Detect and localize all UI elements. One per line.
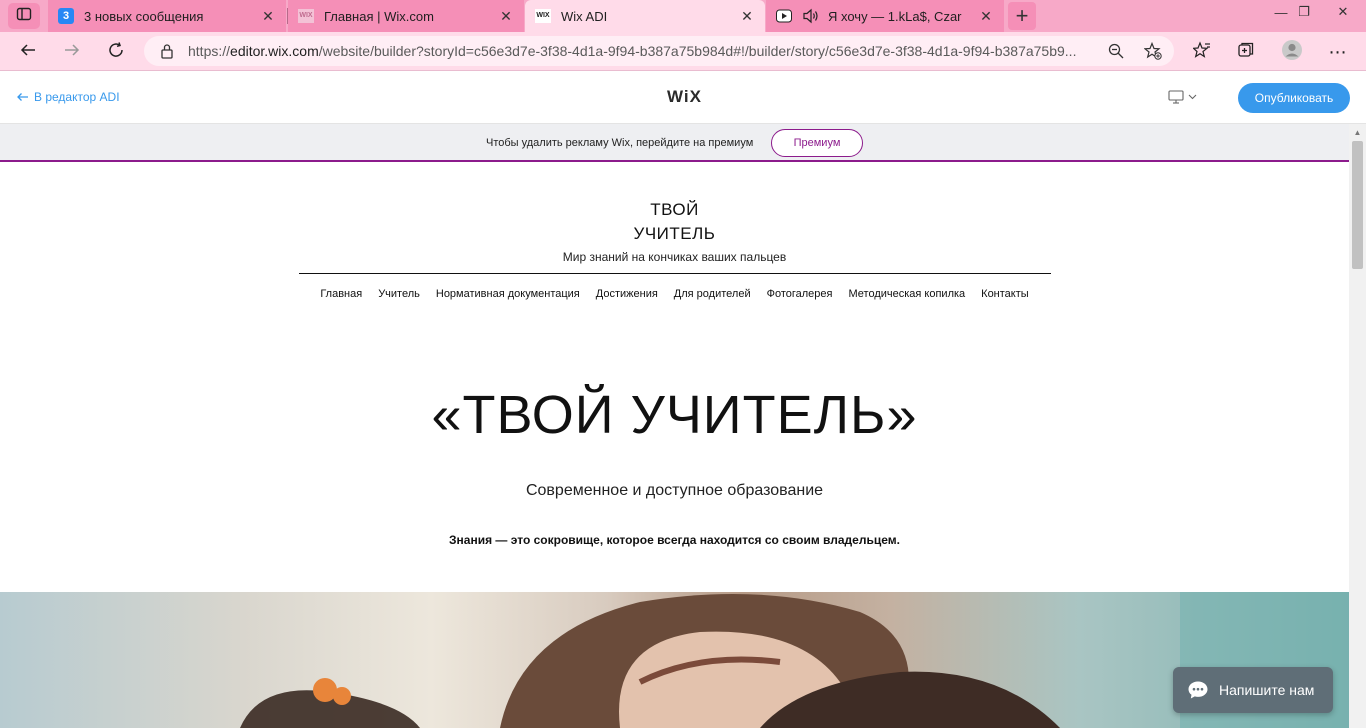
publish-button[interactable]: Опубликовать xyxy=(1238,83,1350,113)
add-favorite-icon[interactable] xyxy=(1143,41,1162,65)
browser-tab-strip: 3 3 новых сообщения ✕ WIX Главная | Wix.… xyxy=(0,0,1366,32)
url-text: https://editor.wix.com/website/builder?s… xyxy=(188,43,1077,59)
nav-item-gallery[interactable]: Фотогалерея xyxy=(767,288,833,300)
teacher-child-photo xyxy=(240,592,1349,728)
nav-item-home[interactable]: Главная xyxy=(320,288,362,300)
avatar-icon xyxy=(1281,39,1303,66)
close-tab-icon[interactable]: ✕ xyxy=(498,8,514,24)
nav-item-documents[interactable]: Нормативная документация xyxy=(436,288,580,300)
back-button[interactable] xyxy=(12,36,44,68)
lock-icon[interactable] xyxy=(160,43,174,64)
chat-widget-button[interactable]: Напишите нам xyxy=(1173,667,1333,713)
tab-youtube-music[interactable]: Я хочу — 1.kLa$, Czar ✕ xyxy=(766,0,1004,32)
tab-title: Я хочу — 1.kLa$, Czar xyxy=(828,8,962,24)
profile-button[interactable] xyxy=(1276,36,1308,68)
chat-bubble-icon xyxy=(1187,680,1209,700)
tab-wix-home[interactable]: WIX Главная | Wix.com ✕ xyxy=(288,0,524,32)
site-title-line1: ТВОЙ xyxy=(650,200,699,219)
browser-toolbar: https://editor.wix.com/website/builder?s… xyxy=(0,32,1366,71)
tab-vk-messages[interactable]: 3 3 новых сообщения ✕ xyxy=(48,0,286,32)
zoom-icon[interactable] xyxy=(1108,43,1124,64)
favorites-button[interactable] xyxy=(1186,36,1218,68)
back-to-adi-link[interactable]: В редактор ADI xyxy=(16,90,120,104)
premium-banner-text: Чтобы удалить рекламу Wix, перейдите на … xyxy=(486,137,754,149)
close-icon: ✕ xyxy=(1337,4,1349,19)
forward-button[interactable] xyxy=(56,36,88,68)
hero-subtitle: Современное и доступное образование xyxy=(525,482,824,499)
collections-button[interactable] xyxy=(1230,36,1262,68)
new-tab-button[interactable]: + xyxy=(1008,2,1036,30)
hero-title: «ТВОЙ УЧИТЕЛЬ» xyxy=(431,385,918,445)
nav-item-parents[interactable]: Для родителей xyxy=(674,288,751,300)
vk-icon: 3 xyxy=(58,8,74,24)
header-divider xyxy=(299,273,1051,274)
chat-widget-label: Напишите нам xyxy=(1219,682,1315,698)
desktop-icon xyxy=(1168,90,1184,104)
address-bar[interactable]: https://editor.wix.com/website/builder?s… xyxy=(144,36,1174,66)
tab-title: Wix ADI xyxy=(561,8,608,24)
speaker-icon[interactable] xyxy=(802,8,820,24)
collections-icon xyxy=(1237,41,1255,64)
scroll-up-icon[interactable]: ▲ xyxy=(1349,124,1366,141)
wix-icon: WIX xyxy=(535,8,551,24)
chevron-down-icon xyxy=(1188,94,1197,100)
reload-button[interactable] xyxy=(100,36,132,68)
nav-item-achievements[interactable]: Достижения xyxy=(596,288,658,300)
wix-logo: WiX xyxy=(667,87,702,106)
tab-title: 3 новых сообщения xyxy=(84,8,204,24)
tab-actions-button[interactable] xyxy=(8,3,40,29)
youtube-icon xyxy=(776,8,792,24)
tab-wix-adi[interactable]: WIX Wix ADI ✕ xyxy=(525,0,765,32)
nav-item-teacher[interactable]: Учитель xyxy=(378,288,420,300)
hero-quote: Знания — это сокровище, которое всегда н… xyxy=(449,533,900,547)
arrow-left-icon xyxy=(19,41,37,64)
nav-item-contacts[interactable]: Контакты xyxy=(981,288,1029,300)
tab-title: Главная | Wix.com xyxy=(324,8,434,24)
arrow-left-icon xyxy=(16,92,29,102)
close-tab-icon[interactable]: ✕ xyxy=(260,8,276,24)
page-scrollbar[interactable]: ▲ xyxy=(1349,124,1366,728)
wix-editor-header: В редактор ADI WiX Опубликовать xyxy=(0,72,1366,124)
close-tab-icon[interactable]: ✕ xyxy=(739,8,755,24)
site-title-line2: УЧИТЕЛЬ xyxy=(633,224,716,243)
favorites-icon xyxy=(1192,40,1211,64)
device-switcher[interactable] xyxy=(1168,90,1197,104)
site-navigation: Главная Учитель Нормативная документация… xyxy=(0,288,1349,300)
close-window-button[interactable]: ✕ xyxy=(1320,0,1366,24)
premium-button[interactable]: Премиум xyxy=(771,129,863,157)
back-link-label: В редактор ADI xyxy=(34,90,120,104)
premium-banner: Чтобы удалить рекламу Wix, перейдите на … xyxy=(0,124,1349,162)
scrollbar-thumb[interactable] xyxy=(1352,141,1363,269)
site-preview: ТВОЙ УЧИТЕЛЬ Мир знаний на кончиках ваши… xyxy=(0,164,1349,728)
arrow-right-icon xyxy=(63,41,81,64)
more-icon: ⋯ xyxy=(1328,41,1348,62)
site-tagline: Мир знаний на кончиках ваших пальцев xyxy=(562,250,787,264)
reload-icon xyxy=(107,41,125,64)
wix-icon: WIX xyxy=(298,8,314,24)
tab-actions-icon xyxy=(16,6,32,27)
hero-photo xyxy=(0,592,1349,728)
plus-icon: + xyxy=(1015,3,1029,28)
restore-icon: ❐ xyxy=(1298,4,1310,19)
settings-menu-button[interactable]: ⋯ xyxy=(1322,36,1354,68)
close-tab-icon[interactable]: ✕ xyxy=(978,8,994,24)
nav-item-methods[interactable]: Методическая копилка xyxy=(848,288,965,300)
